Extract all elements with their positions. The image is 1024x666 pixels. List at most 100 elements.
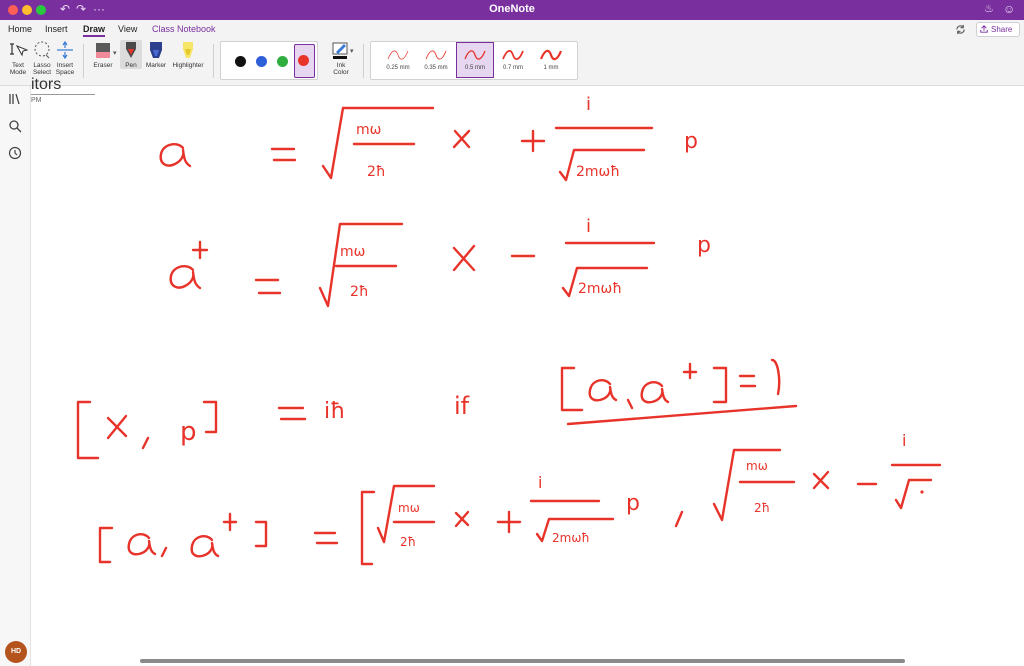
ink-2mwhbar: 2mωħ: [576, 164, 620, 180]
navigation-sidebar: HD: [0, 86, 31, 666]
pen-label: Pen: [125, 62, 137, 69]
ink-2mwhbar: 2mωħ: [578, 281, 622, 297]
thickness-option[interactable]: 1 mm: [533, 43, 569, 77]
notifications-bell-icon[interactable]: ♨: [984, 2, 994, 15]
stroke-sample-icon: [502, 50, 524, 60]
insert-space-label-1: Insert: [56, 62, 74, 69]
color-swatch-black[interactable]: [235, 56, 246, 67]
thickness-label: 0.35 mm: [424, 65, 448, 71]
lasso-icon: [34, 41, 50, 59]
user-avatar[interactable]: HD: [5, 641, 27, 663]
ink-color-button[interactable]: Ink Color: [326, 40, 356, 76]
ink-if: if: [454, 392, 470, 420]
toolbar-divider: [363, 44, 364, 78]
pen-button[interactable]: Pen: [120, 40, 142, 69]
ink-color-dropdown-chevron-icon[interactable]: ▾: [350, 47, 354, 55]
eraser-label: Eraser: [93, 62, 113, 69]
eraser-dropdown-chevron-icon[interactable]: ▾: [113, 49, 117, 57]
tab-class-notebook[interactable]: Class Notebook: [152, 24, 216, 34]
ink-equation-creation-operator: mω 2ħ i 2mωħ p: [169, 216, 711, 308]
thickness-label: 0.25 mm: [386, 65, 410, 71]
title-bar: ↶ ↷ ··· OneNote ♨ ☺: [0, 0, 1024, 20]
ribbon-tab-bar: Home Insert Draw View Class Notebook Sha…: [0, 20, 1024, 38]
ink-color-label-2: Color: [333, 69, 349, 76]
insert-space-button[interactable]: Insert Space: [54, 40, 76, 76]
highlighter-button[interactable]: Highlighter: [170, 40, 206, 69]
lasso-label-2: Select: [32, 69, 52, 76]
thickness-label: 0.7 mm: [502, 65, 523, 71]
horizontal-scrollbar[interactable]: [140, 659, 905, 663]
text-mode-button[interactable]: Text Mode: [7, 40, 29, 76]
sync-icon[interactable]: [955, 24, 966, 35]
ink-equation-annihilation-operator: mω 2ħ i 2mωħ p: [159, 94, 698, 182]
lasso-label-1: Lasso: [33, 62, 51, 69]
thickness-label: 0.5 mm: [464, 65, 485, 71]
thickness-option[interactable]: 0.25 mm: [380, 43, 416, 77]
thickness-option[interactable]: 0.7 mm: [495, 43, 531, 77]
red-dot-icon: [298, 55, 309, 66]
insert-space-label-2: Space: [55, 69, 75, 76]
draw-toolbar: Text Mode Lasso Select Insert Space Eras…: [0, 38, 1024, 86]
ink-2hbar: 2ħ: [350, 284, 369, 300]
thickness-option-selected[interactable]: 0.5 mm: [456, 42, 494, 78]
pen-thickness-picker: 0.25 mm 0.35 mm 0.5 mm 0.7 mm 1 mm: [370, 41, 578, 80]
stroke-sample-icon: [387, 50, 409, 60]
ink-p: p: [697, 233, 711, 258]
toolbar-divider: [213, 44, 214, 78]
ink-ihbar: iħ: [324, 399, 345, 424]
pen-icon: [126, 42, 136, 58]
feedback-smiley-icon[interactable]: ☺: [1003, 2, 1015, 16]
stroke-sample-icon: [464, 50, 486, 60]
ink-equation-commutator-condition: p iħ if: [76, 358, 798, 460]
lasso-select-button[interactable]: Lasso Select: [31, 40, 53, 76]
color-swatch-red-selected[interactable]: [294, 44, 315, 78]
toolbar-divider: [83, 44, 84, 78]
recent-clock-icon[interactable]: [8, 146, 22, 160]
ink-p: p: [684, 129, 698, 154]
tab-view[interactable]: View: [118, 24, 137, 34]
marker-label: Marker: [145, 62, 167, 69]
tab-draw[interactable]: Draw: [83, 24, 106, 37]
tab-insert[interactable]: Insert: [45, 24, 68, 34]
ink-p: p: [180, 417, 197, 447]
ink-equation-commutator-expansion: mω 2ħ i 2mωħ p mω 2ħ i: [98, 431, 942, 566]
ink-i: i: [586, 216, 591, 237]
share-label: Share: [991, 25, 1013, 34]
ink-i: i: [586, 94, 591, 115]
app-title: OneNote: [489, 3, 535, 15]
notebooks-icon[interactable]: [8, 92, 22, 106]
stroke-sample-icon: [425, 50, 447, 60]
ink-2hbar: 2ħ: [754, 501, 770, 515]
ink-dot: [920, 490, 924, 494]
ink-i: i: [902, 431, 906, 450]
insert-space-icon: [57, 40, 73, 60]
ink-2mwhbar: 2mωħ: [552, 531, 590, 545]
ink-mw: mω: [340, 244, 365, 260]
marker-icon: [150, 42, 162, 58]
ink-canvas[interactable]: mω 2ħ i 2mωħ p mω 2ħ i 2mωħ p p iħ if mω…: [31, 86, 1024, 658]
search-icon[interactable]: [8, 119, 22, 133]
thickness-option[interactable]: 0.35 mm: [418, 43, 454, 77]
ink-i: i: [538, 473, 542, 492]
ink-color-palette: [220, 41, 318, 80]
text-mode-label-2: Mode: [9, 69, 27, 76]
ink-2hbar: 2ħ: [367, 164, 386, 180]
text-mode-label-1: Text: [12, 62, 24, 69]
ink-mw: mω: [746, 459, 768, 473]
highlighter-icon: [183, 42, 193, 58]
color-swatch-blue[interactable]: [256, 56, 267, 67]
ink-color-icon: [332, 42, 348, 59]
eraser-icon: [96, 43, 110, 58]
ink-color-label-1: Ink: [336, 62, 346, 69]
color-swatch-green[interactable]: [277, 56, 288, 67]
ink-mw: mω: [356, 122, 381, 138]
stroke-sample-icon: [539, 49, 563, 61]
text-cursor-icon: [10, 43, 28, 57]
share-button[interactable]: Share: [976, 22, 1020, 37]
highlighter-label: Highlighter: [172, 62, 204, 69]
ink-2hbar: 2ħ: [400, 535, 416, 549]
ink-p: p: [626, 491, 640, 516]
marker-button[interactable]: Marker: [145, 40, 167, 69]
tab-home[interactable]: Home: [8, 24, 32, 34]
thickness-label: 1 mm: [543, 65, 559, 71]
